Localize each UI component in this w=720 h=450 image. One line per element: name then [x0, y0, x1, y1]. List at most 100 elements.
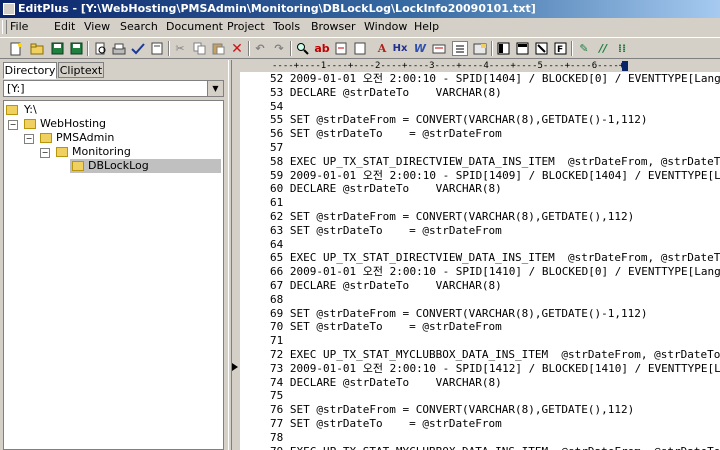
- code-line[interactable]: 66 2009-01-01 오전 2:00:10 - SPID[1410] / …: [270, 265, 720, 279]
- menu-edit[interactable]: Edit: [54, 20, 75, 34]
- line-text: SET @strDateFrom = CONVERT(VARCHAR(8),GE…: [289, 403, 635, 417]
- code-line[interactable]: 52 2009-01-01 오전 2:00:10 - SPID[1404] / …: [270, 72, 720, 86]
- menu-tools[interactable]: Tools: [273, 20, 300, 34]
- toolbar: ✂ ✕ ↶ ↷ ab A Hx W F ✎ // ⁞⁞: [0, 37, 720, 59]
- menu-view[interactable]: View: [84, 20, 110, 34]
- ruler-cursor-marker: [622, 61, 628, 71]
- line-number: 70: [270, 320, 284, 334]
- tab-directory[interactable]: Directory: [3, 62, 57, 79]
- menu-document[interactable]: Document: [166, 20, 223, 34]
- code-line[interactable]: 77 SET @strDateTo = @strDateFrom: [270, 417, 502, 431]
- code-line[interactable]: 79 EXEC UP_TX_STAT_MYCLUBBOX_DATA_INS_IT…: [270, 445, 720, 450]
- code-line[interactable]: 75: [270, 389, 290, 403]
- code-line[interactable]: 68: [270, 293, 290, 307]
- code-line[interactable]: 58 EXEC UP_TX_STAT_DIRECTVIEW_DATA_INS_I…: [270, 155, 720, 169]
- collapse-icon[interactable]: −: [24, 134, 34, 144]
- tree-node-dblocklog[interactable]: DBLockLog: [70, 159, 221, 173]
- drive-select[interactable]: [Y:] ▼: [3, 80, 224, 97]
- browser-icon[interactable]: //: [595, 41, 611, 56]
- sync-icon[interactable]: ⁞⁞: [614, 41, 630, 56]
- page-setup-icon[interactable]: [149, 41, 165, 56]
- open-file-icon[interactable]: [29, 41, 45, 56]
- menu-search[interactable]: Search: [120, 20, 158, 34]
- undo-icon[interactable]: ↶: [252, 41, 268, 56]
- font-icon[interactable]: A: [374, 41, 390, 56]
- menu-help[interactable]: Help: [414, 20, 439, 34]
- copy-icon[interactable]: [191, 41, 207, 56]
- code-line[interactable]: 64: [270, 238, 290, 252]
- line-number: 58: [270, 154, 284, 168]
- output-window-icon[interactable]: [514, 41, 530, 56]
- spell-check-icon[interactable]: [130, 41, 146, 56]
- line-number: 54: [270, 99, 284, 113]
- line-number: 68: [270, 292, 284, 306]
- code-line[interactable]: 56 SET @strDateTo = @strDateFrom: [270, 127, 502, 141]
- line-text: SET @strDateTo = @strDateFrom: [289, 223, 502, 237]
- code-line[interactable]: 76 SET @strDateFrom = CONVERT(VARCHAR(8)…: [270, 403, 634, 417]
- code-line[interactable]: 65 EXEC UP_TX_STAT_DIRECTVIEW_DATA_INS_I…: [270, 251, 720, 265]
- collapse-icon[interactable]: −: [8, 120, 18, 130]
- line-text: EXEC UP_TX_STAT_MYCLUBBOX_DATA_INS_ITEM …: [290, 445, 720, 450]
- menu-file[interactable]: File: [10, 20, 28, 34]
- delete-icon[interactable]: ✕: [229, 41, 245, 57]
- line-number: 61: [270, 196, 284, 210]
- code-line[interactable]: 62 SET @strDateFrom = CONVERT(VARCHAR(8)…: [270, 210, 634, 224]
- menu-project[interactable]: Project: [227, 20, 265, 34]
- document-icon[interactable]: [352, 41, 368, 56]
- code-line[interactable]: 74 DECLARE @strDateTo VARCHAR(8): [270, 376, 502, 390]
- code-line[interactable]: 59 2009-01-01 오전 2:00:10 - SPID[1409] / …: [270, 169, 720, 183]
- code-line[interactable]: 73 2009-01-01 오전 2:00:10 - SPID[1412] / …: [270, 362, 720, 376]
- line-number: 69: [270, 306, 284, 320]
- directory-window-icon[interactable]: [495, 41, 511, 56]
- save-all-icon[interactable]: [68, 41, 84, 56]
- print-icon[interactable]: [111, 41, 127, 56]
- go-to-icon[interactable]: [333, 41, 349, 56]
- new-file-icon[interactable]: [8, 41, 24, 56]
- clip-icon[interactable]: [533, 41, 549, 56]
- code-line[interactable]: 61: [270, 196, 290, 210]
- code-line[interactable]: 70 SET @strDateTo = @strDateFrom: [270, 320, 502, 334]
- line-number: 62: [270, 210, 284, 223]
- code-line[interactable]: 55 SET @strDateFrom = CONVERT(VARCHAR(8)…: [270, 113, 648, 127]
- user-tool-icon[interactable]: [472, 41, 488, 56]
- menu-window[interactable]: Window: [364, 20, 407, 34]
- line-text: DECLARE @strDateTo VARCHAR(8): [289, 279, 502, 292]
- code-line[interactable]: 57: [270, 141, 290, 155]
- word-wrap-icon[interactable]: W: [412, 41, 428, 56]
- code-line[interactable]: 53 DECLARE @strDateTo VARCHAR(8): [270, 86, 502, 100]
- line-text: 2009-01-01 오전 2:00:10 - SPID[1409] / BLO…: [289, 168, 720, 182]
- line-number: 78: [270, 430, 284, 444]
- find-icon[interactable]: [295, 41, 311, 56]
- line-number: 65: [270, 251, 284, 265]
- editplus-app-icon: [3, 3, 15, 15]
- save-icon[interactable]: [49, 41, 65, 56]
- chevron-down-icon[interactable]: ▼: [207, 81, 223, 96]
- paste-icon[interactable]: [210, 41, 226, 56]
- redo-icon[interactable]: ↷: [271, 41, 287, 56]
- function-list-icon[interactable]: F: [552, 41, 568, 56]
- folder-icon: [6, 105, 18, 115]
- line-number: 63: [270, 223, 284, 237]
- collapse-icon[interactable]: −: [40, 148, 50, 158]
- cut-icon[interactable]: ✂: [172, 41, 188, 56]
- tab-cliptext[interactable]: Cliptext: [58, 62, 104, 78]
- hex-icon[interactable]: Hx: [392, 41, 408, 56]
- line-number-icon[interactable]: [452, 41, 468, 56]
- code-line[interactable]: 54: [270, 100, 290, 114]
- line-text: EXEC UP_TX_STAT_DIRECTVIEW_DATA_INS_ITEM…: [289, 154, 720, 168]
- code-line[interactable]: 67 DECLARE @strDateTo VARCHAR(8): [270, 279, 502, 293]
- code-line[interactable]: 78: [270, 431, 290, 445]
- menu-browser[interactable]: Browser: [311, 20, 356, 34]
- replace-icon[interactable]: ab: [314, 41, 330, 56]
- code-line[interactable]: 60 DECLARE @strDateTo VARCHAR(8): [270, 182, 502, 196]
- ruler-icon[interactable]: [431, 41, 447, 56]
- code-line[interactable]: 71: [270, 334, 290, 348]
- print-preview-icon[interactable]: [92, 41, 108, 56]
- text-editor[interactable]: 52 2009-01-01 오전 2:00:10 - SPID[1404] / …: [232, 72, 720, 450]
- code-line[interactable]: 69 SET @strDateFrom = CONVERT(VARCHAR(8)…: [270, 307, 648, 321]
- code-line[interactable]: 72 EXEC UP_TX_STAT_MYCLUBBOX_DATA_INS_IT…: [270, 348, 720, 362]
- cliptext-icon[interactable]: ✎: [576, 41, 592, 56]
- folder-icon: [40, 133, 52, 143]
- code-line[interactable]: 63 SET @strDateTo = @strDateFrom: [270, 224, 502, 238]
- menu-grip[interactable]: [2, 20, 7, 34]
